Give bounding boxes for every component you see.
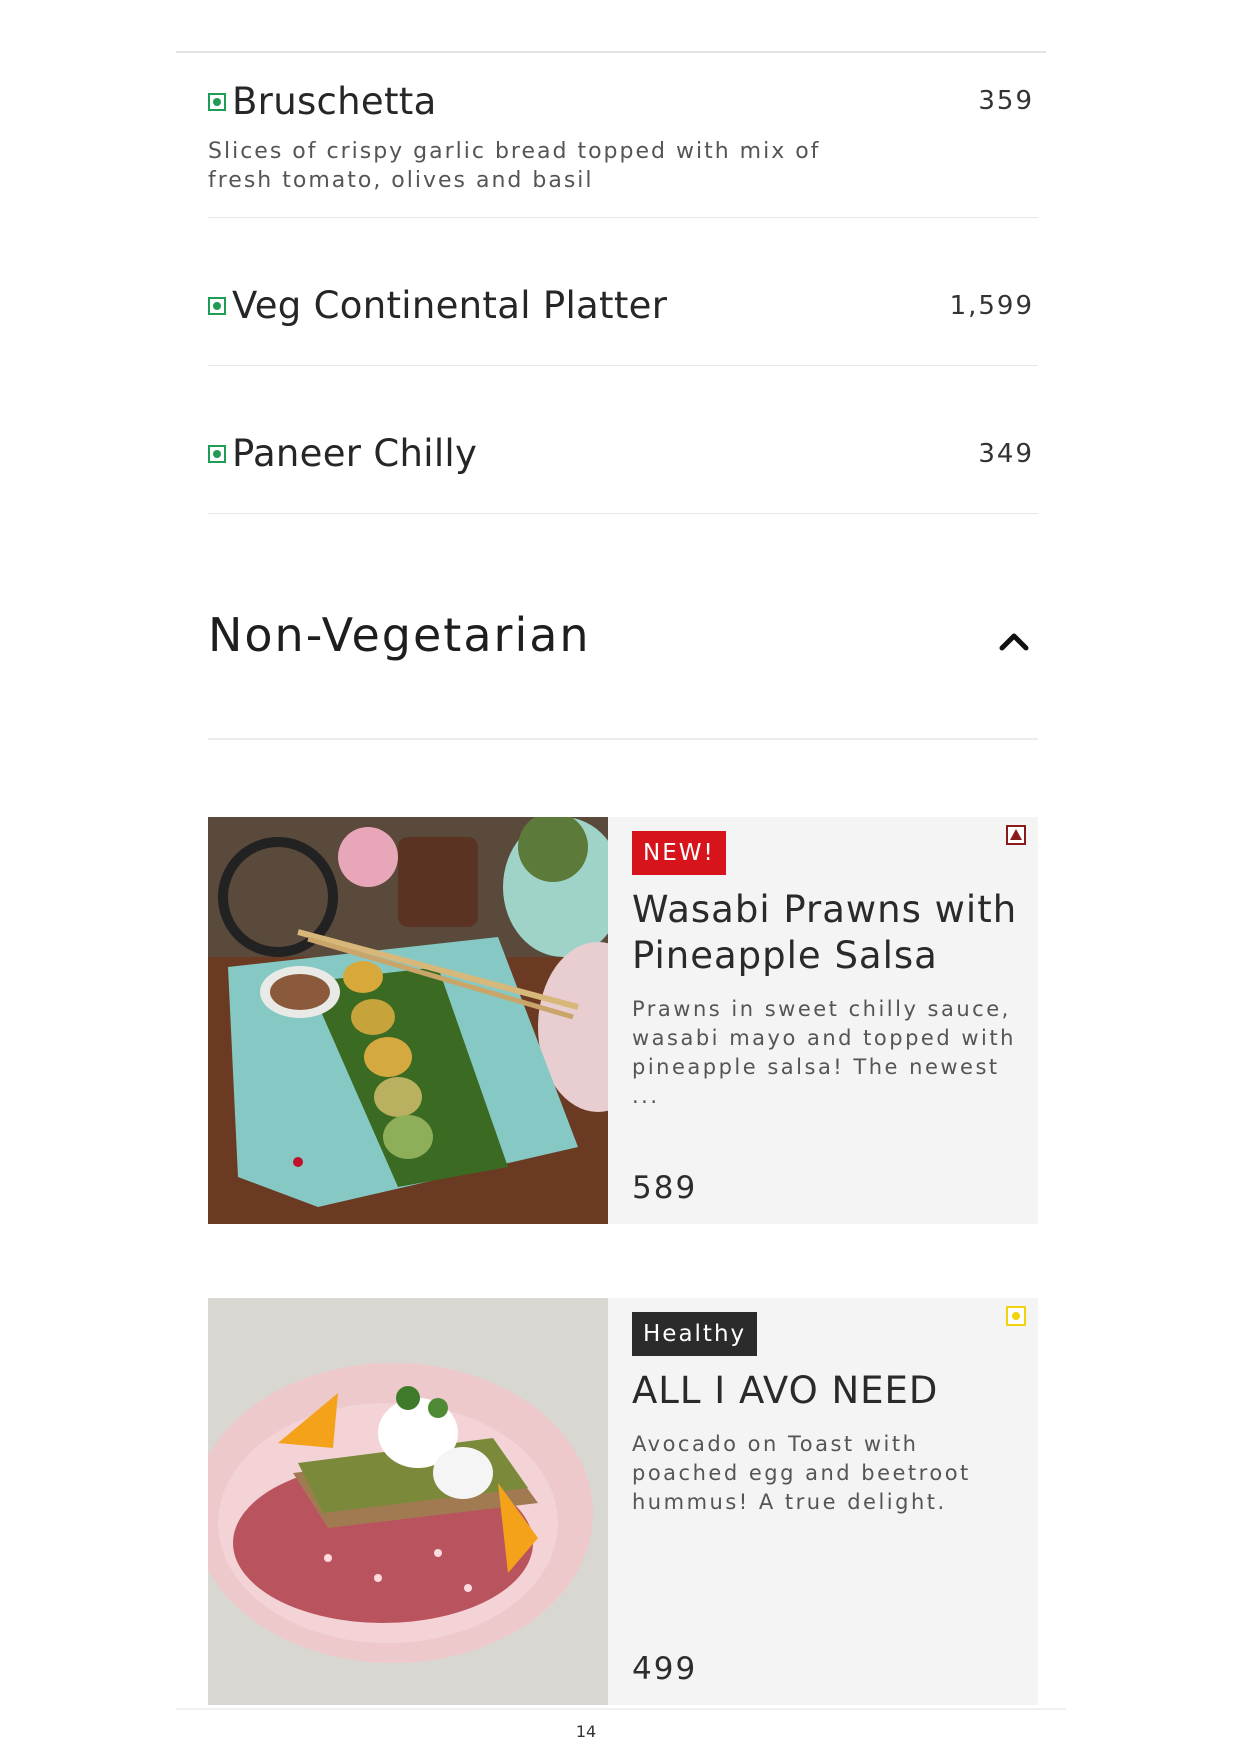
item-price: 349 xyxy=(978,438,1034,469)
menu-item-paneer-chilly[interactable]: Paneer Chilly 349 xyxy=(208,366,1038,514)
veg-indicator-icon xyxy=(208,296,226,315)
chevron-up-icon[interactable] xyxy=(994,620,1034,660)
non-veg-triangle-icon xyxy=(1006,825,1026,845)
new-badge: NEW! xyxy=(632,831,726,875)
veg-indicator-icon xyxy=(208,444,226,463)
page-number: 14 xyxy=(575,1722,597,1741)
footer-divider xyxy=(176,1708,1066,1710)
item-description: Slices of crispy garlic bread topped wit… xyxy=(208,139,821,193)
dish-description: Avocado on Toast with poached egg and be… xyxy=(632,1432,971,1514)
dish-photo-prawns xyxy=(208,817,608,1224)
section-header-non-vegetarian[interactable]: Non-Vegetarian xyxy=(208,608,1038,740)
veg-item-list: Bruschetta 359 Slices of crispy garlic b… xyxy=(208,53,1038,514)
section-title: Non-Vegetarian xyxy=(208,608,591,662)
item-price: 1,599 xyxy=(949,290,1034,321)
dish-price: 499 xyxy=(632,1651,698,1687)
dish-title: Wasabi Prawns with Pineapple Salsa xyxy=(632,888,1018,977)
dish-card-avocado-toast[interactable]: Healthy ALL I AVO NEED Avocado on Toast … xyxy=(208,1298,1038,1705)
item-name: Bruschetta xyxy=(232,80,437,123)
menu-item-bruschetta[interactable]: Bruschetta 359 Slices of crispy garlic b… xyxy=(208,53,1038,218)
dish-description: Prawns in sweet chilly sauce, wasabi may… xyxy=(632,997,1016,1108)
dish-card-wasabi-prawns[interactable]: NEW! Wasabi Prawns with Pineapple Salsa … xyxy=(208,817,1038,1224)
dish-title: ALL I AVO NEED xyxy=(632,1369,939,1412)
item-price: 359 xyxy=(978,86,1034,116)
dish-price: 589 xyxy=(632,1170,698,1206)
dish-photo-avocado-toast xyxy=(208,1298,608,1705)
veg-indicator-icon xyxy=(208,92,226,111)
egg-dot-icon xyxy=(1006,1306,1026,1326)
item-name: Paneer Chilly xyxy=(232,432,478,475)
menu-item-veg-continental-platter[interactable]: Veg Continental Platter 1,599 xyxy=(208,218,1038,366)
item-name: Veg Continental Platter xyxy=(232,284,668,327)
healthy-badge: Healthy xyxy=(632,1312,758,1356)
